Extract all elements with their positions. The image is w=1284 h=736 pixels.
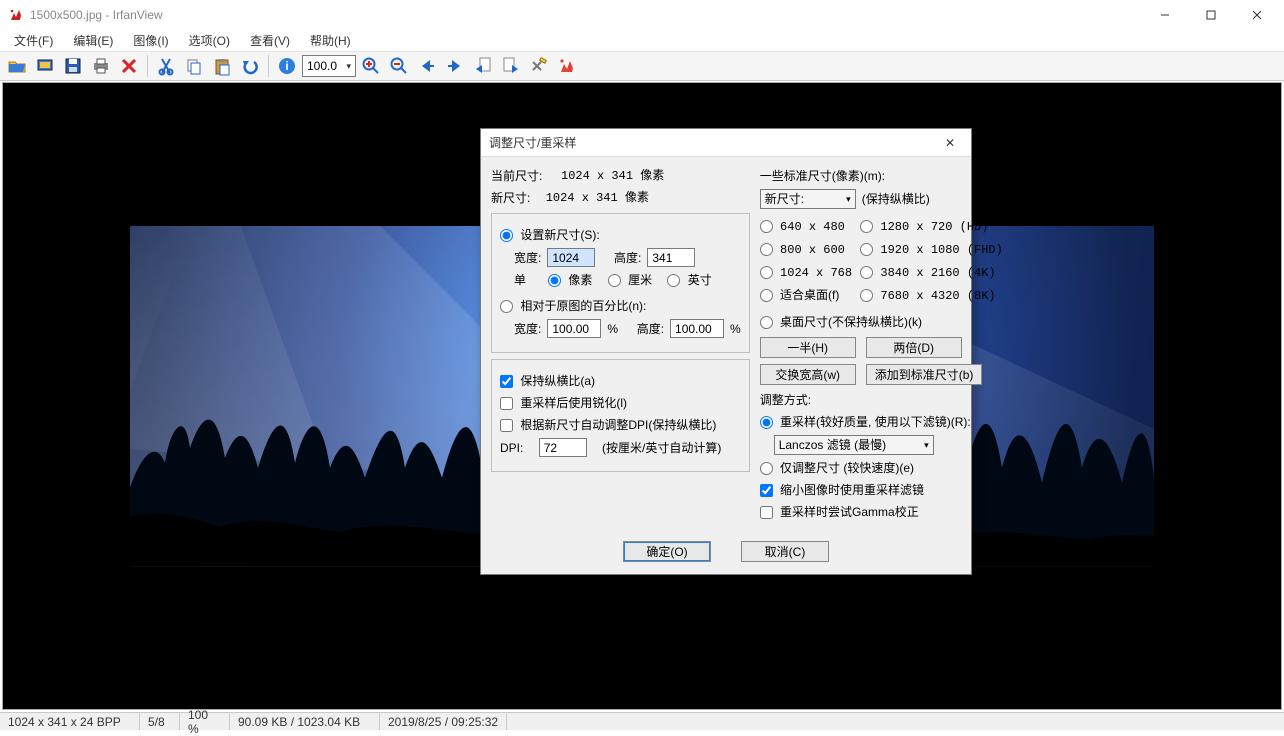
app-icon bbox=[8, 7, 24, 23]
sharpen-check[interactable]: 重采样后使用锐化(l) bbox=[500, 394, 627, 412]
current-size-value: 1024 x 341 像素 bbox=[561, 167, 664, 185]
cut-icon[interactable] bbox=[153, 53, 179, 79]
pct-height-label: 高度: bbox=[637, 320, 664, 338]
menu-options[interactable]: 选项(O) bbox=[181, 30, 238, 51]
r7680-radio[interactable]: 7680 x 4320 (8K) bbox=[860, 286, 996, 305]
prev-page-icon[interactable] bbox=[470, 53, 496, 79]
status-date: 2019/8/25 / 09:25:32 bbox=[380, 713, 507, 730]
current-size-label: 当前尺寸: bbox=[491, 167, 542, 185]
statusbar: 1024 x 341 x 24 BPP 5/8 100 % 90.09 KB /… bbox=[0, 712, 1284, 730]
add-std-button[interactable]: 添加到标准尺寸(b) bbox=[866, 364, 983, 385]
slideshow-icon[interactable] bbox=[32, 53, 58, 79]
window-title: 1500x500.jpg - IrfanView bbox=[30, 8, 1142, 22]
chevron-down-icon: ▾ bbox=[924, 436, 929, 454]
save-icon[interactable] bbox=[60, 53, 86, 79]
chevron-down-icon: ▾ bbox=[846, 190, 851, 208]
double-button[interactable]: 两倍(D) bbox=[866, 337, 962, 358]
std-size-select[interactable]: 新尺寸:▾ bbox=[760, 189, 856, 209]
menubar: 文件(F) 编辑(E) 图像(I) 选项(O) 查看(V) 帮助(H) bbox=[0, 30, 1284, 51]
std-sizes-label: 一些标准尺寸(像素)(m): bbox=[760, 167, 885, 185]
menu-edit[interactable]: 编辑(E) bbox=[65, 30, 121, 51]
maximize-button[interactable] bbox=[1188, 0, 1234, 30]
resize-only-radio[interactable]: 仅调整尺寸 (较快速度)(e) bbox=[760, 459, 914, 477]
half-button[interactable]: 一半(H) bbox=[760, 337, 856, 358]
next-page-icon[interactable] bbox=[498, 53, 524, 79]
auto-dpi-check[interactable]: 根据新尺寸自动调整DPI(保持纵横比) bbox=[500, 416, 716, 434]
prev-icon[interactable] bbox=[414, 53, 440, 79]
settings-icon[interactable] bbox=[526, 53, 552, 79]
titlebar: 1500x500.jpg - IrfanView bbox=[0, 0, 1284, 30]
shrink-filter-check[interactable]: 缩小图像时使用重采样滤镜 bbox=[760, 481, 924, 499]
info-icon[interactable]: i bbox=[274, 53, 300, 79]
open-icon[interactable] bbox=[4, 53, 30, 79]
keep-ratio-check[interactable]: 保持纵横比(a) bbox=[500, 372, 595, 390]
ok-button[interactable]: 确定(O) bbox=[623, 541, 711, 562]
r1920-radio[interactable]: 1920 x 1080 (FHD) bbox=[860, 240, 1003, 259]
pct-width-input[interactable] bbox=[547, 319, 601, 338]
unit-pixel-radio[interactable]: 像素 bbox=[548, 271, 592, 289]
pct-height-input[interactable] bbox=[670, 319, 724, 338]
zoom-in-icon[interactable] bbox=[358, 53, 384, 79]
resize-dialog: 调整尺寸/重采样 ✕ 当前尺寸: 1024 x 341 像素 新尺寸: 1024… bbox=[480, 128, 972, 575]
status-size: 90.09 KB / 1023.04 KB bbox=[230, 713, 380, 730]
resample-radio[interactable]: 重采样(较好质量, 使用以下滤镜)(R): bbox=[760, 413, 971, 431]
minimize-button[interactable] bbox=[1142, 0, 1188, 30]
width-input[interactable] bbox=[547, 248, 595, 267]
close-button[interactable] bbox=[1234, 0, 1280, 30]
zoom-input[interactable]: 100.0▾ bbox=[302, 55, 356, 77]
new-size-value: 1024 x 341 像素 bbox=[546, 189, 649, 207]
menu-image[interactable]: 图像(I) bbox=[125, 30, 176, 51]
print-icon[interactable] bbox=[88, 53, 114, 79]
svg-text:i: i bbox=[285, 59, 288, 73]
std-keep-note: (保持纵横比) bbox=[862, 190, 930, 208]
height-label: 高度: bbox=[614, 249, 641, 267]
r640-radio[interactable]: 640 x 480 bbox=[760, 217, 845, 236]
zoom-out-icon[interactable] bbox=[386, 53, 412, 79]
undo-icon[interactable] bbox=[237, 53, 263, 79]
unit-label: 单 bbox=[514, 271, 526, 289]
r800-radio[interactable]: 800 x 600 bbox=[760, 240, 845, 259]
dpi-input[interactable] bbox=[539, 438, 587, 457]
delete-icon[interactable] bbox=[116, 53, 142, 79]
toolbar: i 100.0▾ bbox=[0, 51, 1284, 81]
fit-desktop-radio[interactable]: 适合桌面(f) bbox=[760, 286, 840, 304]
height-input[interactable] bbox=[647, 248, 695, 267]
paste-icon[interactable] bbox=[209, 53, 235, 79]
dialog-close-icon[interactable]: ✕ bbox=[937, 136, 963, 150]
method-label: 调整方式: bbox=[760, 391, 811, 409]
r3840-radio[interactable]: 3840 x 2160 (4K) bbox=[860, 263, 996, 282]
set-new-size-radio[interactable]: 设置新尺寸(S): bbox=[500, 226, 600, 244]
menu-file[interactable]: 文件(F) bbox=[6, 30, 61, 51]
chevron-down-icon: ▾ bbox=[346, 61, 351, 72]
unit-inch-radio[interactable]: 英寸 bbox=[667, 271, 711, 289]
unit-cm-radio[interactable]: 厘米 bbox=[608, 271, 652, 289]
percent-radio[interactable]: 相对于原图的百分比(n): bbox=[500, 297, 646, 315]
irfanview-icon[interactable] bbox=[554, 53, 580, 79]
swap-button[interactable]: 交换宽高(w) bbox=[760, 364, 856, 385]
dpi-note: (按厘米/英寸自动计算) bbox=[602, 439, 721, 457]
r1280-radio[interactable]: 1280 x 720 (HD) bbox=[860, 217, 988, 236]
pct-width-label: 宽度: bbox=[514, 320, 541, 338]
r1024-radio[interactable]: 1024 x 768 bbox=[760, 263, 852, 282]
gamma-check[interactable]: 重采样时尝试Gamma校正 bbox=[760, 503, 919, 521]
filter-select[interactable]: Lanczos 滤镜 (最慢)▾ bbox=[774, 435, 934, 455]
menu-view[interactable]: 查看(V) bbox=[242, 30, 298, 51]
menu-help[interactable]: 帮助(H) bbox=[302, 30, 359, 51]
width-label: 宽度: bbox=[514, 249, 541, 267]
copy-icon[interactable] bbox=[181, 53, 207, 79]
dpi-label: DPI: bbox=[500, 439, 523, 457]
next-icon[interactable] bbox=[442, 53, 468, 79]
status-page: 5/8 bbox=[140, 713, 180, 730]
desktop-size-radio[interactable]: 桌面尺寸(不保持纵横比)(k) bbox=[760, 313, 922, 331]
dialog-titlebar[interactable]: 调整尺寸/重采样 ✕ bbox=[481, 129, 971, 157]
status-dims: 1024 x 341 x 24 BPP bbox=[0, 713, 140, 730]
status-zoom: 100 % bbox=[180, 713, 230, 730]
dialog-title: 调整尺寸/重采样 bbox=[489, 134, 576, 151]
cancel-button[interactable]: 取消(C) bbox=[741, 541, 829, 562]
new-size-label: 新尺寸: bbox=[491, 189, 530, 207]
